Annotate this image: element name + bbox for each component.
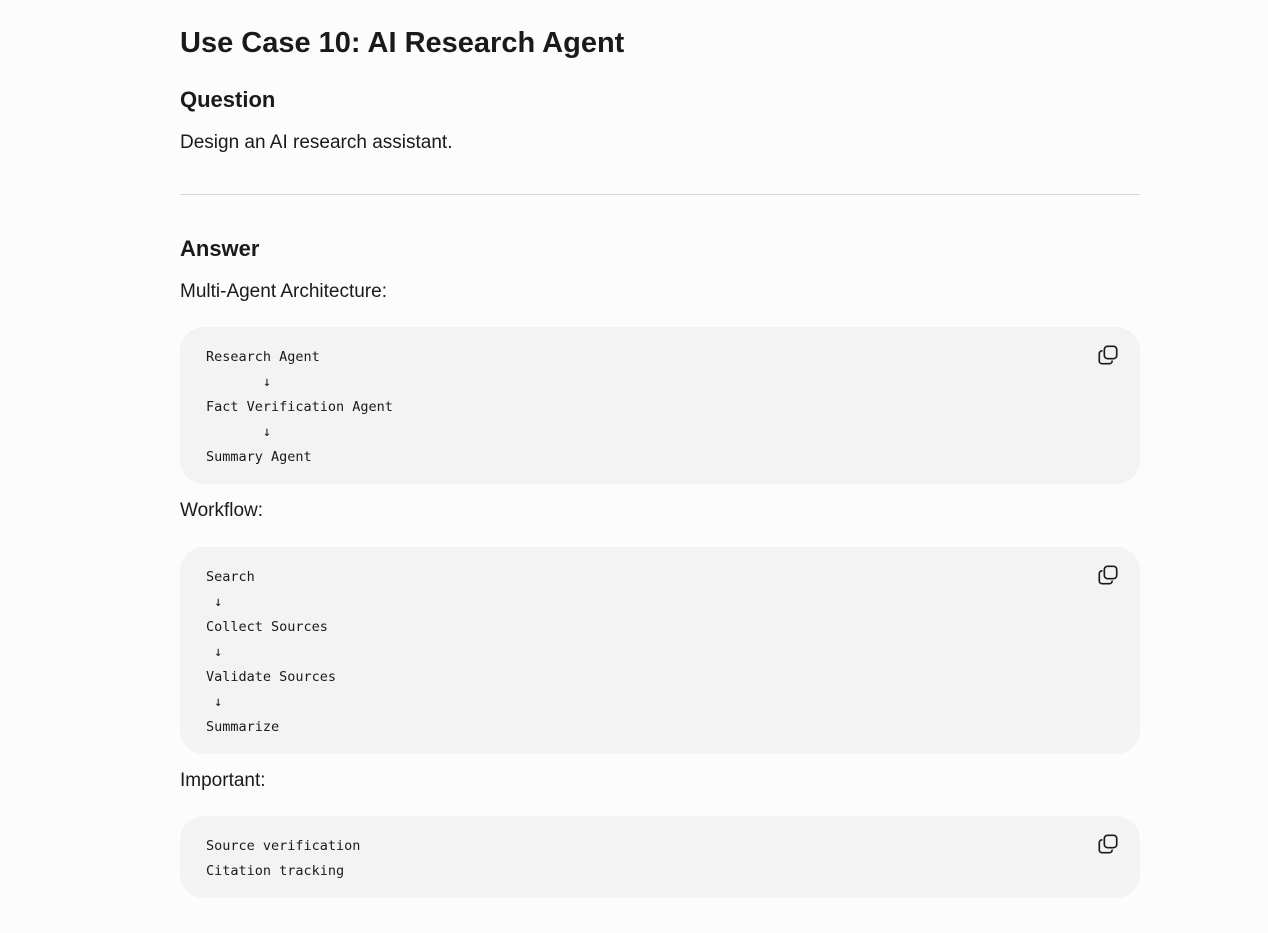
architecture-code-block: Research Agent ↓ Fact Verification Agent…	[180, 327, 1140, 484]
copy-button[interactable]	[1096, 563, 1120, 587]
page: Use Case 10: AI Research Agent Question …	[0, 0, 1268, 933]
workflow-code: Search ↓ Collect Sources ↓ Validate Sour…	[206, 569, 337, 735]
copy-button[interactable]	[1096, 832, 1120, 856]
copy-icon	[1098, 345, 1118, 365]
answer-heading: Answer	[180, 236, 260, 261]
important-code-block: Source verification Citation tracking	[180, 816, 1140, 898]
copy-icon	[1098, 565, 1118, 585]
copy-button[interactable]	[1096, 343, 1120, 367]
important-code: Source verification Citation tracking	[206, 838, 361, 879]
section-divider	[180, 194, 1140, 195]
question-heading: Question	[180, 87, 276, 112]
question-text: Design an AI research assistant.	[180, 132, 453, 153]
architecture-code: Research Agent ↓ Fact Verification Agent…	[206, 349, 393, 465]
workflow-label: Workflow:	[180, 500, 264, 521]
important-label: Important:	[180, 770, 266, 791]
page-title: Use Case 10: AI Research Agent	[180, 27, 625, 59]
copy-icon	[1098, 834, 1118, 854]
architecture-label: Multi-Agent Architecture:	[180, 281, 387, 302]
workflow-code-block: Search ↓ Collect Sources ↓ Validate Sour…	[180, 547, 1140, 754]
